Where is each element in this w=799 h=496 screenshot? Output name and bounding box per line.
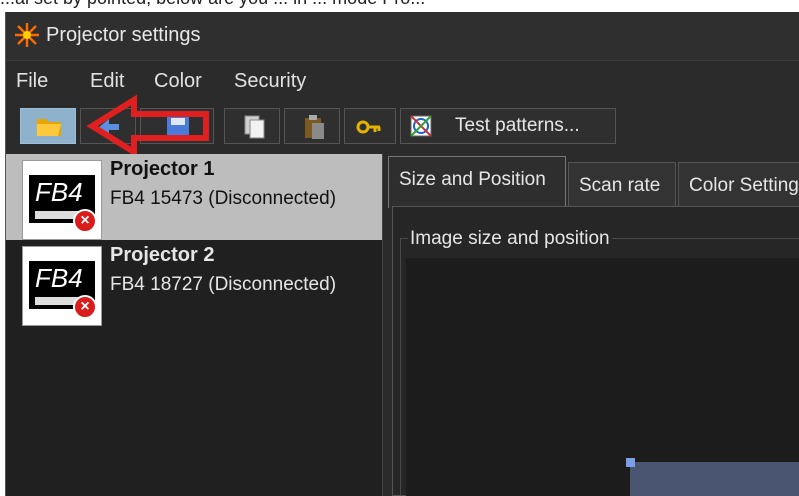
menu-file[interactable]: File — [16, 70, 48, 93]
projector-thumbnail: FB4 × — [22, 160, 102, 240]
menu-color[interactable]: Color — [154, 70, 202, 93]
window-title: Projector settings — [46, 24, 201, 46]
fb4-logo-text: FB4 — [35, 177, 83, 207]
projector-name: Projector 1 — [110, 158, 215, 180]
projector-status: FB4 15473 (Disconnected) — [110, 188, 337, 209]
title-bar: Projector settings — [6, 12, 799, 61]
disconnected-icon: × — [73, 209, 97, 233]
disconnected-icon: × — [73, 295, 97, 319]
tab-scan-rate[interactable]: Scan rate — [568, 162, 676, 210]
projector-name: Projector 2 — [110, 244, 215, 266]
tab-color-settings[interactable]: Color Settings — [678, 162, 799, 210]
paste-icon — [305, 115, 324, 139]
projector-thumbnail: FB4 × — [22, 246, 102, 326]
image-canvas[interactable] — [406, 258, 799, 496]
key-button[interactable] — [344, 108, 396, 144]
annotation-arrow-icon — [86, 94, 209, 158]
menu-security[interactable]: Security — [234, 70, 306, 93]
page-caption: ...al set by pointed, below are you ... … — [0, 0, 799, 12]
projector-item-1[interactable]: FB4 × Projector 1 FB4 15473 (Disconnecte… — [6, 154, 382, 240]
resize-handle[interactable] — [626, 458, 635, 467]
key-icon — [356, 120, 381, 134]
copy-button[interactable] — [224, 108, 280, 144]
settings-panel: Size and Position Scan rate Color Settin… — [384, 154, 799, 496]
test-pattern-icon — [410, 115, 432, 137]
folder-icon — [37, 119, 61, 136]
test-patterns-label: Test patterns... — [455, 115, 580, 136]
projector-list: FB4 × Projector 1 FB4 15473 (Disconnecte… — [6, 154, 383, 496]
copy-icon — [244, 115, 265, 139]
paste-button[interactable] — [284, 108, 340, 144]
projector-status: FB4 18727 (Disconnected) — [110, 274, 337, 295]
open-button[interactable] — [20, 108, 76, 144]
starburst-app-icon — [15, 23, 39, 47]
group-title: Image size and position — [408, 228, 612, 250]
projector-item-2[interactable]: FB4 × Projector 2 FB4 18727 (Disconnecte… — [6, 240, 382, 326]
projector-settings-window: Projector settings File Edit Color Secur… — [5, 12, 799, 496]
image-rectangle[interactable] — [630, 462, 799, 496]
fb4-logo-text: FB4 — [35, 263, 83, 293]
tab-size-and-position[interactable]: Size and Position — [388, 156, 566, 208]
test-patterns-button[interactable]: Test patterns... — [400, 108, 616, 144]
menu-edit[interactable]: Edit — [90, 70, 124, 93]
